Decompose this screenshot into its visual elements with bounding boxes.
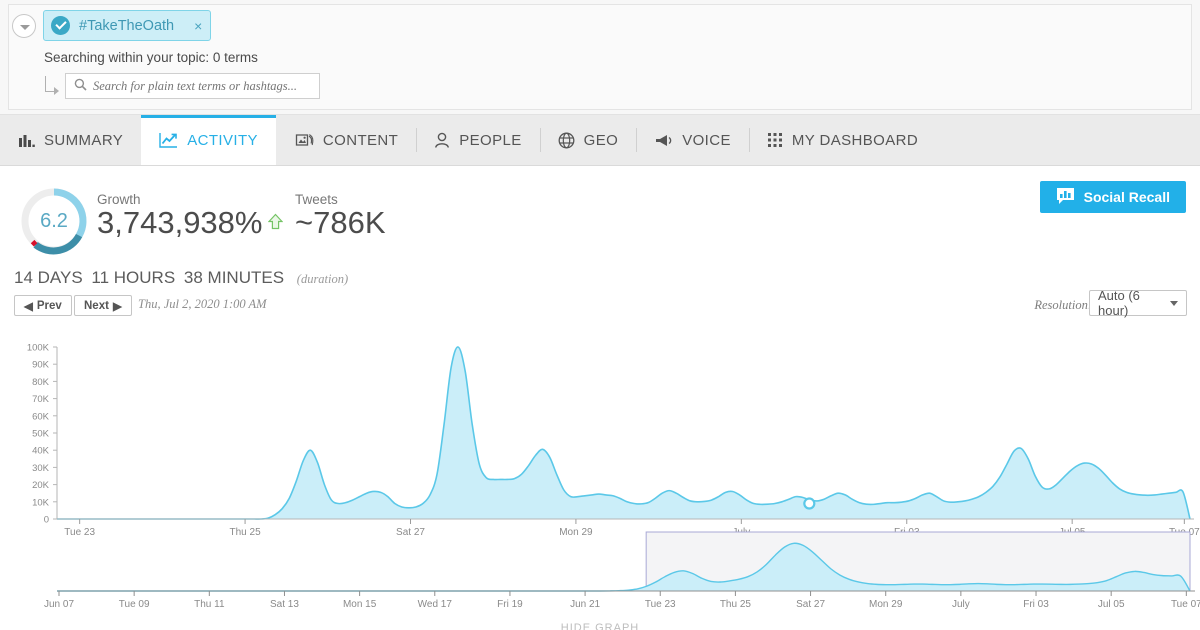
topic-chip[interactable]: #TakeTheOath × <box>43 10 212 41</box>
svg-text:Thu 11: Thu 11 <box>194 599 225 610</box>
svg-text:80K: 80K <box>32 377 50 388</box>
metric-tweets: Tweets ~786K <box>295 192 386 240</box>
tab-summary-label: SUMMARY <box>44 131 124 149</box>
svg-text:Mon 29: Mon 29 <box>559 527 593 538</box>
check-circle-icon <box>51 16 70 35</box>
svg-text:Wed 17: Wed 17 <box>418 599 453 610</box>
tab-my-dashboard-label: MY DASHBOARD <box>791 131 919 149</box>
svg-text:Tue 23: Tue 23 <box>645 599 676 610</box>
megaphone-icon <box>654 133 673 148</box>
tab-content-label: CONTENT <box>322 131 399 149</box>
recall-chart-icon <box>1056 187 1075 208</box>
tab-geo-label: GEO <box>583 131 619 149</box>
prev-button-label: Prev <box>36 299 62 312</box>
svg-text:60K: 60K <box>32 411 50 422</box>
svg-text:90K: 90K <box>32 360 50 371</box>
svg-text:Fri 19: Fri 19 <box>497 599 523 610</box>
chevron-down-icon <box>1170 300 1178 306</box>
expand-topics-toggle[interactable] <box>12 14 36 38</box>
svg-text:Thu 25: Thu 25 <box>720 599 752 610</box>
svg-text:100K: 100K <box>27 343 50 354</box>
hover-point-marker <box>803 497 816 510</box>
metric-growth-value: 3,743,938% <box>97 205 263 240</box>
search-panel: #TakeTheOath × Searching within your top… <box>0 0 1200 115</box>
stats-row: 6.2 Growth 3,743,938% Tweets ~786K Socia… <box>0 166 1200 266</box>
tab-geo[interactable]: GEO <box>539 115 637 165</box>
svg-text:Sat 13: Sat 13 <box>270 599 299 610</box>
line-chart-icon <box>159 132 178 149</box>
images-icon <box>294 132 314 149</box>
main-tabs: SUMMARY ACTIVITY CONTENT PEOPLE GEO VOIC… <box>0 115 1200 166</box>
next-button[interactable]: Next ▶ <box>74 295 132 316</box>
search-box[interactable] <box>65 73 320 99</box>
svg-text:40K: 40K <box>32 446 50 457</box>
duration-minutes: 38 MINUTES <box>183 268 285 287</box>
resolution-select[interactable]: Auto (6 hour) <box>1089 288 1187 318</box>
search-icon <box>74 78 87 94</box>
svg-text:Jun 21: Jun 21 <box>570 599 600 610</box>
svg-text:10K: 10K <box>32 497 50 508</box>
topic-chip-label: #TakeTheOath <box>79 17 175 34</box>
metric-growth: Growth 3,743,938% <box>97 192 284 240</box>
svg-text:Tue 07: Tue 07 <box>1171 599 1200 610</box>
svg-text:Tue 23: Tue 23 <box>64 527 95 538</box>
close-icon[interactable]: × <box>194 18 202 34</box>
duration-days: 14 DAYS <box>14 268 83 287</box>
globe-icon <box>558 132 575 149</box>
svg-text:Jul 05: Jul 05 <box>1098 599 1125 610</box>
tab-summary[interactable]: SUMMARY <box>0 115 141 165</box>
svg-text:Mon 29: Mon 29 <box>869 599 903 610</box>
arrow-up-icon <box>268 213 284 233</box>
tab-voice[interactable]: VOICE <box>636 115 749 165</box>
tab-voice-label: VOICE <box>682 131 731 149</box>
search-input[interactable] <box>93 78 298 94</box>
svg-text:Mon 15: Mon 15 <box>343 599 377 610</box>
duration-text: 14 DAYS 11 HOURS 38 MINUTES (duration) <box>14 268 348 288</box>
hide-graph-button[interactable]: HIDE GRAPH <box>0 622 1200 630</box>
prev-button[interactable]: ◀ Prev <box>14 295 72 316</box>
searching-within-topic-label: Searching within your topic: 0 terms <box>44 50 258 65</box>
svg-text:0: 0 <box>44 515 49 526</box>
svg-text:30K: 30K <box>32 463 50 474</box>
tab-activity-label: ACTIVITY <box>187 131 258 149</box>
svg-text:Jun 07: Jun 07 <box>44 599 74 610</box>
duration-row: 14 DAYS 11 HOURS 38 MINUTES (duration) ◀… <box>0 266 1200 318</box>
duration-hours: 11 HOURS <box>91 268 176 287</box>
svg-text:Sat 27: Sat 27 <box>396 527 425 538</box>
svg-text:50K: 50K <box>32 429 50 440</box>
tab-people[interactable]: PEOPLE <box>416 115 539 165</box>
svg-text:July: July <box>952 599 970 610</box>
activity-chart: 0 10K 20K 30K 40K 50K 60K 70K 80K 90K 100K Tue 23 Th… <box>0 316 1200 630</box>
next-button-label: Next <box>84 299 109 312</box>
bar-chart-icon <box>18 133 35 148</box>
score-ring: 6.2 <box>19 186 89 256</box>
duration-note: (duration) <box>296 272 349 286</box>
svg-text:Tue 09: Tue 09 <box>119 599 150 610</box>
svg-text:Fri 03: Fri 03 <box>1023 599 1049 610</box>
triangle-right-icon: ▶ <box>112 300 122 313</box>
svg-text:Sat 27: Sat 27 <box>796 599 825 610</box>
score-value: 6.2 <box>40 209 68 232</box>
metric-tweets-value: ~786K <box>295 205 386 240</box>
social-recall-label: Social Recall <box>1083 189 1170 205</box>
svg-text:70K: 70K <box>32 394 50 405</box>
tab-activity[interactable]: ACTIVITY <box>141 115 276 165</box>
grid-dots-icon <box>767 132 783 148</box>
current-timestamp: Thu, Jul 2, 2020 1:00 AM <box>138 297 267 311</box>
activity-dashboard: #TakeTheOath × Searching within your top… <box>0 0 1200 630</box>
svg-text:20K: 20K <box>32 480 50 491</box>
tab-my-dashboard[interactable]: MY DASHBOARD <box>748 115 936 165</box>
svg-text:Thu 25: Thu 25 <box>230 527 262 538</box>
chart-canvas[interactable]: 0 10K 20K 30K 40K 50K 60K 70K 80K 90K 100K Tue 23 Th… <box>0 316 1200 616</box>
tab-content[interactable]: CONTENT <box>276 115 416 165</box>
resolution-value: Auto (6 hour) <box>1098 288 1140 318</box>
tab-people-label: PEOPLE <box>459 131 522 149</box>
social-recall-button[interactable]: Social Recall <box>1039 181 1186 213</box>
person-icon <box>434 132 450 149</box>
resolution-label: Resolution: <box>1034 298 1092 312</box>
indent-arrow-icon <box>45 76 59 95</box>
triangle-left-icon: ◀ <box>24 300 33 313</box>
